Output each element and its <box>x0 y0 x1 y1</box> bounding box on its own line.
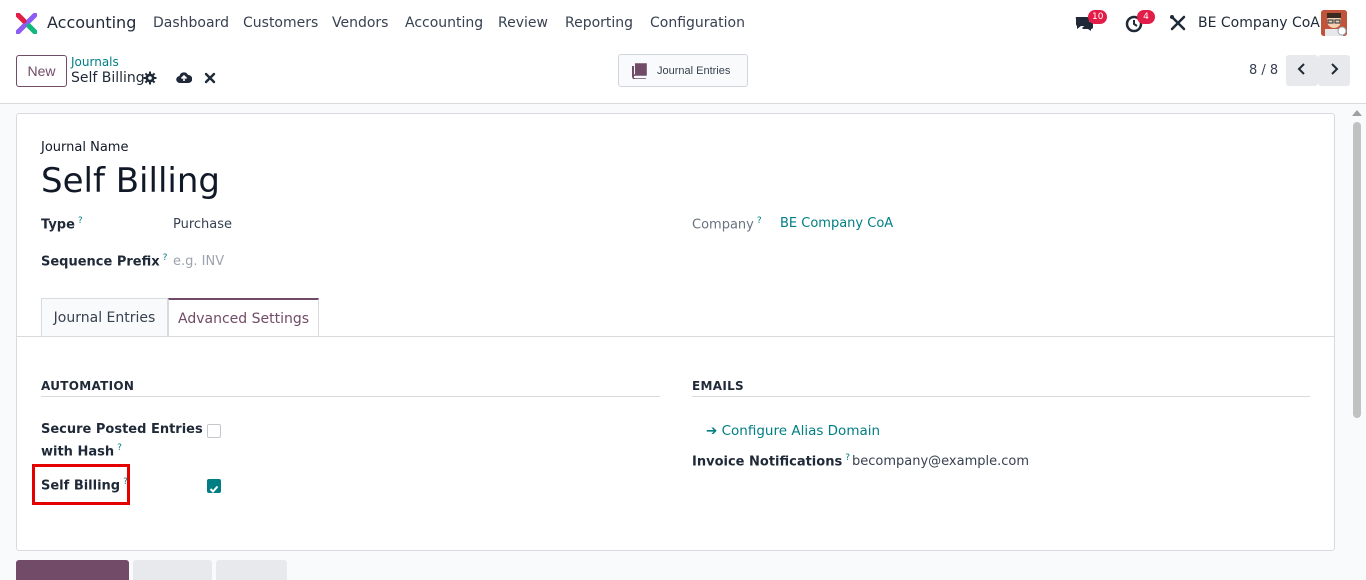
automation-divider <box>41 396 660 397</box>
sequence-prefix-input[interactable]: e.g. INV <box>173 254 224 269</box>
discard-close-icon[interactable] <box>204 71 216 85</box>
type-label: Type? <box>41 216 83 233</box>
journal-name-input[interactable]: Self Billing <box>41 161 220 201</box>
debug-tools-icon[interactable] <box>1168 13 1188 33</box>
secure-hash-label-line1: Secure Posted Entries <box>41 422 203 437</box>
secure-hash-checkbox[interactable] <box>207 424 221 438</box>
secure-hash-label: with Hash? <box>41 443 122 460</box>
emails-divider <box>692 396 1310 397</box>
menu-customers[interactable]: Customers <box>243 15 318 31</box>
cloud-upload-save-icon[interactable] <box>176 71 192 85</box>
tab-advanced-settings[interactable]: Advanced Settings <box>168 298 319 337</box>
company-label: Company? <box>692 216 762 233</box>
menu-dashboard[interactable]: Dashboard <box>153 15 229 31</box>
company-switcher[interactable]: BE Company CoA <box>1198 15 1320 31</box>
invoice-notifications-help-icon[interactable]: ? <box>845 453 850 463</box>
scroll-up-arrow[interactable] <box>1352 110 1362 116</box>
sequence-prefix-help-icon[interactable]: ? <box>163 253 168 263</box>
arrow-right-icon: ➔ <box>706 423 722 439</box>
menu-review[interactable]: Review <box>498 15 548 31</box>
configure-alias-domain-link[interactable]: ➔ Configure Alias Domain <box>706 423 880 439</box>
emails-section-title: EMAILS <box>692 379 744 393</box>
app-name[interactable]: Accounting <box>47 13 136 32</box>
self-billing-help-icon[interactable]: ? <box>123 477 128 487</box>
accounting-app-logo[interactable] <box>16 13 37 34</box>
self-billing-checkbox[interactable] <box>207 479 221 493</box>
log-note-button[interactable] <box>133 560 212 580</box>
sequence-prefix-label: Sequence Prefix? <box>41 253 168 270</box>
company-link[interactable]: BE Company CoA <box>780 216 893 231</box>
menu-accounting[interactable]: Accounting <box>405 15 483 31</box>
journal-entries-smart-button[interactable]: Journal Entries <box>618 54 748 87</box>
pager-next-button[interactable] <box>1318 55 1350 86</box>
user-avatar-icon <box>1321 10 1347 36</box>
activities-button[interactable] <box>216 560 287 580</box>
secure-hash-help-icon[interactable]: ? <box>117 443 122 453</box>
menu-reporting[interactable]: Reporting <box>565 15 633 31</box>
self-billing-label: Self Billing? <box>41 477 128 494</box>
menu-configuration[interactable]: Configuration <box>650 15 745 31</box>
invoice-notifications-email[interactable]: becompany@example.com <box>852 454 1029 469</box>
send-message-button[interactable] <box>16 560 129 580</box>
chevron-left-icon <box>1297 63 1305 75</box>
form-sheet: Journal Name Self Billing Type? Purchase… <box>16 113 1335 551</box>
top-navbar: Accounting Dashboard Customers Vendors A… <box>0 0 1366 46</box>
pager-value[interactable]: 8 / 8 <box>1249 63 1278 78</box>
messages-count-badge: 10 <box>1088 10 1108 24</box>
tabs-divider <box>17 336 1334 337</box>
book-icon <box>632 63 647 79</box>
type-help-icon[interactable]: ? <box>78 216 83 226</box>
pager-previous-button[interactable] <box>1286 55 1318 86</box>
journal-entries-smart-label: Journal Entries <box>657 65 731 77</box>
user-avatar[interactable] <box>1321 10 1347 36</box>
journal-name-label: Journal Name <box>41 140 129 155</box>
type-select[interactable]: Purchase <box>173 217 232 232</box>
gear-icon[interactable] <box>143 71 157 85</box>
breadcrumb-journals[interactable]: Journals <box>71 55 119 69</box>
tab-journal-entries[interactable]: Journal Entries <box>41 298 168 337</box>
menu-vendors[interactable]: Vendors <box>332 15 388 31</box>
breadcrumb-current: Self Billing <box>71 70 145 86</box>
invoice-notifications-label: Invoice Notifications? <box>692 453 850 470</box>
scrollbar-thumb[interactable] <box>1353 122 1361 418</box>
activities-count-badge: 4 <box>1137 10 1155 24</box>
chevron-right-icon <box>1331 63 1339 75</box>
company-help-icon[interactable]: ? <box>757 216 762 226</box>
automation-section-title: AUTOMATION <box>41 379 135 393</box>
new-button[interactable]: New <box>16 55 67 87</box>
control-panel: New Journals Self Billing Journal Entrie… <box>0 46 1366 104</box>
checkmark-icon <box>209 485 219 493</box>
